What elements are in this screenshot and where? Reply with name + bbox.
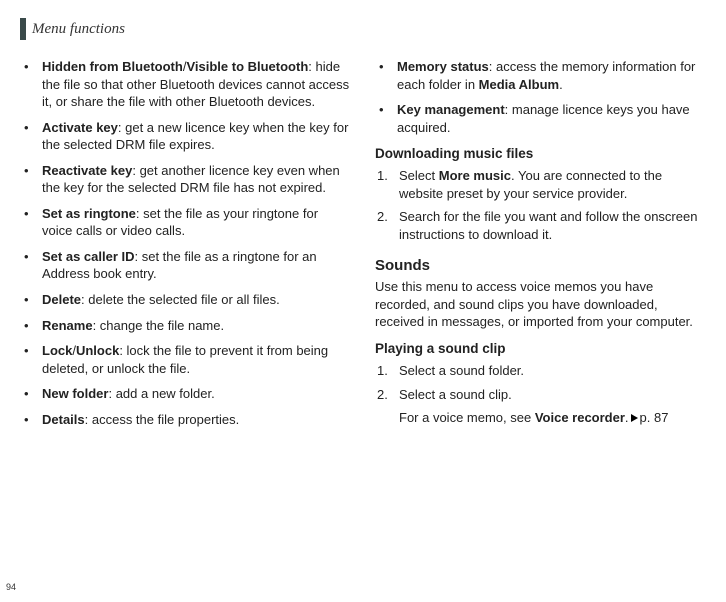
numbered-item: 1. Select a sound folder. — [375, 362, 706, 380]
number-label: 2. — [375, 386, 399, 404]
list-item-text: New folder: add a new folder. — [42, 385, 351, 403]
page-number: 94 — [6, 582, 16, 592]
numbered-item: 2. Select a sound clip. — [375, 386, 706, 404]
list-item: • Rename: change the file name. — [20, 317, 351, 335]
term-bold: Hidden from Bluetooth — [42, 59, 183, 74]
list-item: • Hidden from Bluetooth/Visible to Bluet… — [20, 58, 351, 111]
numbered-text: Search for the file you want and follow … — [399, 208, 706, 243]
list-item-text: Delete: delete the selected file or all … — [42, 291, 351, 309]
term-bold: More music — [439, 168, 511, 183]
page-ref: p. 87 — [640, 410, 669, 425]
bullet-icon: • — [375, 58, 397, 93]
term-bold: New folder — [42, 386, 108, 401]
bullet-icon: • — [20, 205, 42, 240]
bullet-icon: • — [375, 101, 397, 136]
bullet-icon: • — [20, 58, 42, 111]
list-item-text: Activate key: get a new licence key when… — [42, 119, 351, 154]
list-item: • Activate key: get a new licence key wh… — [20, 119, 351, 154]
number-label: 1. — [375, 167, 399, 202]
list-item: • Key management: manage licence keys yo… — [375, 101, 706, 136]
triangle-icon — [631, 414, 638, 422]
list-item-text: Key management: manage licence keys you … — [397, 101, 706, 136]
list-item-text: Lock/Unlock: lock the file to prevent it… — [42, 342, 351, 377]
list-item: • Delete: delete the selected file or al… — [20, 291, 351, 309]
voice-memo-note: For a voice memo, see Voice recorder.p. … — [375, 409, 706, 427]
subheading-downloading: Downloading music files — [375, 146, 706, 161]
column-left: • Hidden from Bluetooth/Visible to Bluet… — [20, 58, 351, 436]
term-bold: Media Album — [479, 77, 559, 92]
bullet-icon: • — [20, 411, 42, 429]
bullet-icon: • — [20, 342, 42, 377]
term-bold: Rename — [42, 318, 93, 333]
list-item: • Memory status: access the memory infor… — [375, 58, 706, 93]
bullet-icon: • — [20, 248, 42, 283]
term-bold: Set as ringtone — [42, 206, 136, 221]
numbered-item: 1. Select More music. You are connected … — [375, 167, 706, 202]
term-bold: Details — [42, 412, 85, 427]
term-bold: Key management — [397, 102, 505, 117]
numbered-item: 2. Search for the file you want and foll… — [375, 208, 706, 243]
term-bold: Delete — [42, 292, 81, 307]
sounds-intro: Use this menu to access voice memos you … — [375, 278, 706, 331]
term-bold: Voice recorder — [535, 410, 625, 425]
numbered-text: Select a sound clip. — [399, 386, 706, 404]
term-bold: Memory status — [397, 59, 489, 74]
list-item-text: Rename: change the file name. — [42, 317, 351, 335]
page-header: Menu functions — [20, 18, 706, 40]
list-item-text: Set as caller ID: set the file as a ring… — [42, 248, 351, 283]
bullet-icon: • — [20, 119, 42, 154]
number-label: 1. — [375, 362, 399, 380]
list-item: • Set as ringtone: set the file as your … — [20, 205, 351, 240]
list-item-text: Hidden from Bluetooth/Visible to Bluetoo… — [42, 58, 351, 111]
list-item: • Reactivate key: get another licence ke… — [20, 162, 351, 197]
column-right: • Memory status: access the memory infor… — [375, 58, 706, 436]
list-item-text: Details: access the file properties. — [42, 411, 351, 429]
list-item: • New folder: add a new folder. — [20, 385, 351, 403]
number-label: 2. — [375, 208, 399, 243]
bullet-icon: • — [20, 385, 42, 403]
subheading-playing: Playing a sound clip — [375, 341, 706, 356]
term-bold: Visible to Bluetooth — [186, 59, 308, 74]
term-bold: Unlock — [76, 343, 119, 358]
header-accent-bar — [20, 18, 26, 40]
bullet-icon: • — [20, 317, 42, 335]
term-bold: Lock — [42, 343, 72, 358]
content-columns: • Hidden from Bluetooth/Visible to Bluet… — [20, 58, 706, 436]
list-item-text: Reactivate key: get another licence key … — [42, 162, 351, 197]
list-item: • Lock/Unlock: lock the file to prevent … — [20, 342, 351, 377]
bullet-icon: • — [20, 291, 42, 309]
term-bold: Set as caller ID — [42, 249, 135, 264]
list-item: • Details: access the file properties. — [20, 411, 351, 429]
numbered-text: Select More music. You are connected to … — [399, 167, 706, 202]
list-item: • Set as caller ID: set the file as a ri… — [20, 248, 351, 283]
section-heading-sounds: Sounds — [375, 257, 706, 274]
list-item-text: Memory status: access the memory informa… — [397, 58, 706, 93]
term-bold: Reactivate key — [42, 163, 132, 178]
header-title: Menu functions — [32, 21, 125, 38]
term-bold: Activate key — [42, 120, 118, 135]
list-item-text: Set as ringtone: set the file as your ri… — [42, 205, 351, 240]
numbered-text: Select a sound folder. — [399, 362, 706, 380]
bullet-icon: • — [20, 162, 42, 197]
